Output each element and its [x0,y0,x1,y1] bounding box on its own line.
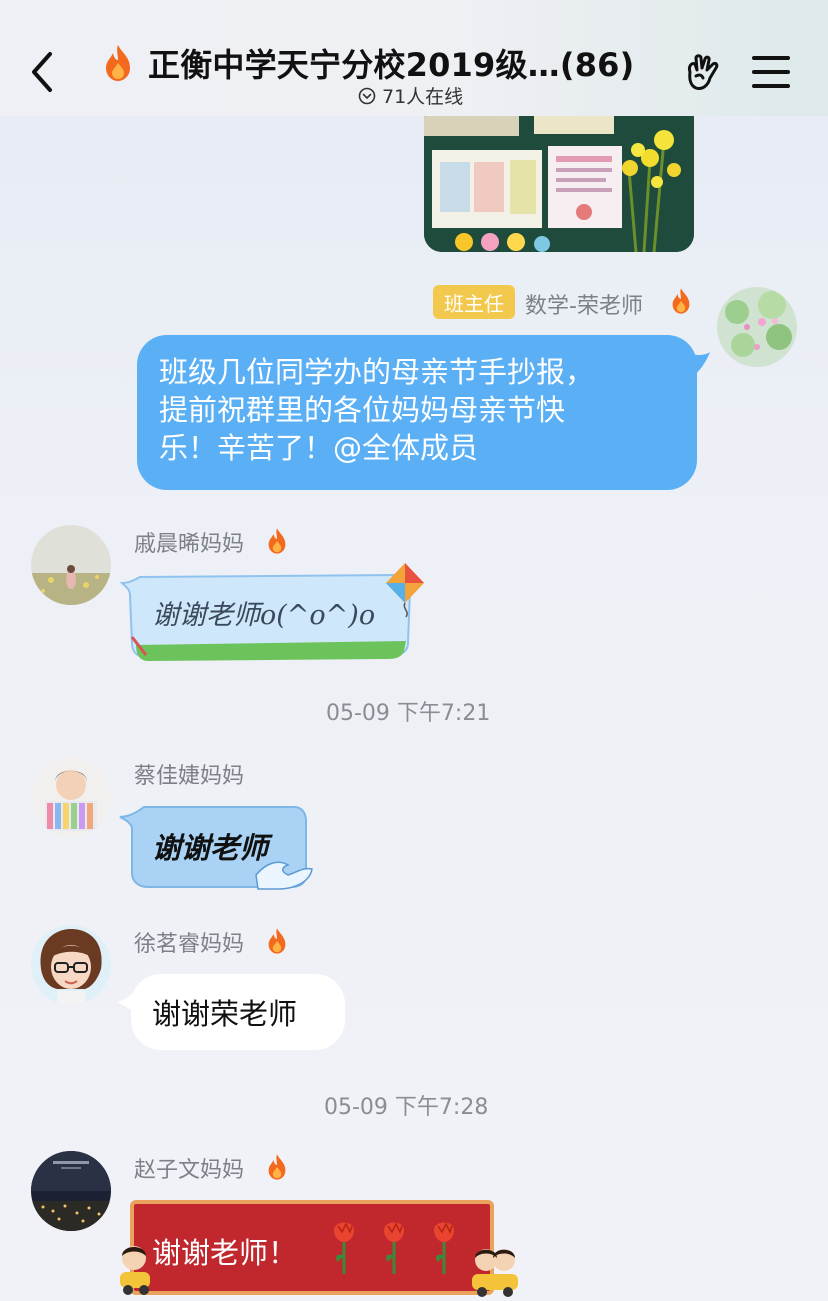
message-text: 谢谢老师！ [152,1236,298,1270]
sender-name[interactable]: 徐茗睿妈妈 [134,926,244,958]
bubble-tail [686,352,710,378]
back-button[interactable] [22,50,62,94]
rose-icon [334,1222,454,1274]
message-bubble-self[interactable]: 班级几位同学办的母亲节手抄报， 提前祝群里的各位妈妈母亲节快 乐！辛苦了！@全体… [137,335,697,490]
sender-name[interactable]: 赵子文妈妈 [134,1152,244,1184]
fire-icon [106,45,130,81]
avatar[interactable] [31,757,111,837]
group-title: 正衡中学天宁分校2019级…(86) [148,46,635,84]
chat-header: 正衡中学天宁分校2019级…(86) 71人在线 [0,0,828,116]
message-bubble-wave-theme[interactable]: 谢谢老师 [118,803,318,891]
handwritten-poster-image [424,100,694,252]
timestamp: 05-09 下午7:21 [326,701,491,726]
avatar-image [31,1151,111,1231]
menu-button[interactable] [752,54,790,90]
message-text: 谢谢荣老师 [152,997,298,1031]
avatar[interactable] [31,925,111,1005]
cartoon-kid-decoration [120,1246,150,1295]
hand-gesture-icon [688,54,719,90]
back-arrow-icon [32,52,52,92]
image-message[interactable] [424,100,694,252]
chevron-circle-icon [358,87,376,104]
message-bubble[interactable]: 谢谢荣老师 [131,974,345,1050]
avatar[interactable] [31,1151,111,1231]
kite-icon [386,563,424,618]
sender-name[interactable]: 数学-荣老师 [525,288,643,320]
message-line: 班级几位同学办的母亲节手抄报， [159,355,595,389]
sender-name[interactable]: 蔡佳婕妈妈 [134,758,244,790]
timestamp: 05-09 下午7:28 [324,1095,489,1120]
message-text: 谢谢老师 [152,831,269,865]
hand-gesture-button[interactable] [680,50,724,94]
online-count: 71人在线 [382,86,464,108]
message-text: 谢谢老师o(^o^)o [152,600,376,631]
chat-title-area[interactable]: 正衡中学天宁分校2019级…(86) 71人在线 [100,36,660,116]
fire-icon [268,928,286,954]
avatar-image [31,925,111,1005]
cartoon-kids-car-decoration [472,1249,518,1297]
avatar-image [31,525,111,605]
message-line: 乐！辛苦了！@全体成员 [159,431,479,465]
message-bubble-rose-theme[interactable]: 谢谢老师！ [130,1200,494,1295]
fire-icon [268,528,286,554]
sender-name[interactable]: 戚晨晞妈妈 [134,526,244,558]
avatar-image [717,287,797,367]
message-bubble-kite-theme[interactable]: 谢谢老师o(^o^)o [118,563,428,665]
avatar-image [31,757,111,837]
menu-icon [752,56,790,88]
online-status[interactable]: 71人在线 [358,82,463,109]
fire-icon [672,288,690,314]
message-line: 提前祝群里的各位妈妈母亲节快 [159,393,566,427]
avatar[interactable] [31,525,111,605]
homeroom-teacher-badge: 班主任 [433,285,515,319]
fire-icon [268,1154,286,1180]
avatar[interactable] [717,287,797,367]
